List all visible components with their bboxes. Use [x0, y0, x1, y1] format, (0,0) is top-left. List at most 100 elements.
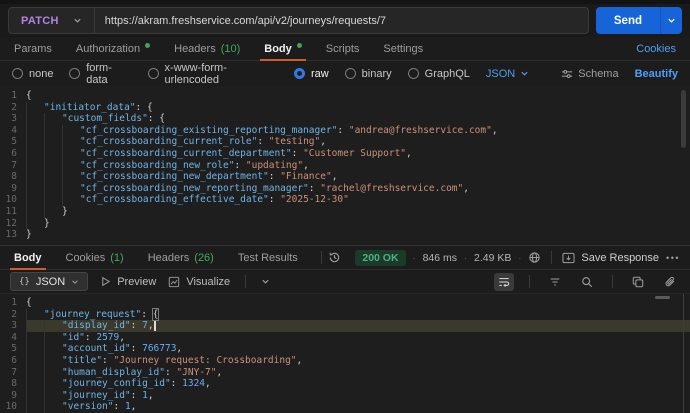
history-button[interactable] — [325, 249, 345, 267]
language-selector[interactable]: JSON — [486, 68, 529, 80]
wrap-text-icon — [498, 276, 510, 288]
chevron-down-icon — [73, 16, 82, 25]
radio-label: binary — [362, 68, 392, 80]
request-editor-scrollbar[interactable] — [681, 90, 686, 148]
code-line[interactable]: 13} — [0, 229, 690, 241]
send-button-group: Send — [596, 7, 682, 34]
dot-separator: · — [413, 253, 416, 263]
more-options-button[interactable]: ••• — [666, 253, 680, 263]
tab-count: (10) — [221, 43, 241, 55]
wrap-text-button[interactable] — [494, 273, 514, 291]
tab-authorization[interactable]: Authorization — [72, 37, 154, 60]
code-line[interactable]: 10"cf_crossboarding_effective_date": "20… — [0, 194, 690, 206]
code-line[interactable]: 5"cf_crossboarding_current_role": "testi… — [0, 136, 690, 148]
radio-raw[interactable]: raw — [294, 68, 329, 80]
method-selector[interactable]: PATCH — [9, 8, 95, 33]
code-line[interactable]: 5"account_id": 766773, — [0, 343, 690, 355]
save-response-button[interactable]: Save Response — [562, 252, 659, 264]
radio-x-www-form-urlencoded[interactable]: x-www-form-urlencoded — [148, 62, 278, 86]
code-line[interactable]: 8"cf_crossboarding_new_department": "Fin… — [0, 171, 690, 183]
line-number: 12 — [0, 218, 26, 230]
tab-settings[interactable]: Settings — [379, 37, 427, 60]
chevron-down-icon — [71, 278, 79, 286]
radio-circle-checked — [294, 68, 305, 79]
tab-count: (26) — [194, 252, 214, 264]
response-body-editor[interactable]: 1{2"journey_request": {3"display_id": 7,… — [0, 294, 690, 413]
visualize-label: Visualize — [186, 276, 230, 288]
code-line[interactable]: 3"display_id": 7, — [0, 320, 690, 332]
visualize-button[interactable]: Visualize — [168, 276, 230, 288]
line-number: 9 — [0, 390, 26, 402]
filter-button[interactable] — [545, 273, 565, 291]
code-line[interactable]: 6"title": "Journey request: Crossboardin… — [0, 355, 690, 367]
code-line[interactable]: 3"custom_fields": { — [0, 113, 690, 125]
code-line[interactable]: 2"initiator_data": { — [0, 102, 690, 114]
code-line[interactable]: 1{ — [0, 297, 690, 309]
search-icon — [581, 276, 593, 288]
cookies-link[interactable]: Cookies — [632, 37, 680, 60]
code-line[interactable]: 7"cf_crossboarding_new_role": "updating"… — [0, 160, 690, 172]
code-line[interactable]: 8"journey_config_id": 1324, — [0, 378, 690, 390]
request-body-editor[interactable]: 1{2"initiator_data": {3"custom_fields": … — [0, 86, 690, 246]
status-badge[interactable]: 200 OK — [355, 250, 405, 266]
line-number: 2 — [0, 309, 26, 321]
response-editor-hscrollbar[interactable] — [655, 296, 670, 299]
save-icon — [562, 252, 575, 264]
code-line[interactable]: 4"id": 2579, — [0, 332, 690, 344]
tab-params[interactable]: Params — [10, 37, 56, 60]
tab-response-body[interactable]: Body — [10, 246, 46, 269]
radio-none[interactable]: none — [12, 68, 53, 80]
send-button[interactable]: Send — [596, 7, 660, 34]
search-button[interactable] — [577, 273, 597, 291]
code-line[interactable]: 6"cf_crossboarding_current_department": … — [0, 148, 690, 160]
code-line[interactable]: 9"cf_crossboarding_new_reporting_manager… — [0, 183, 690, 195]
code-line[interactable]: 1{ — [0, 90, 690, 102]
green-dot-indicator — [297, 43, 302, 48]
tab-scripts[interactable]: Scripts — [322, 37, 364, 60]
response-time[interactable]: 846 ms — [423, 252, 457, 264]
schema-button[interactable]: Schema — [561, 68, 618, 80]
radio-graphql[interactable]: GraphQL — [408, 68, 470, 80]
code-line[interactable]: 10"version": 1, — [0, 401, 690, 413]
response-format-selector[interactable]: {} JSON — [10, 272, 88, 291]
line-number: 6 — [0, 148, 26, 160]
tab-label: Body — [264, 43, 292, 55]
code-line[interactable]: 9"journey_id": 1, — [0, 390, 690, 402]
network-globe-icon[interactable] — [528, 251, 541, 264]
tab-test-results[interactable]: Test Results — [234, 246, 302, 269]
line-number: 10 — [0, 194, 26, 206]
visualize-options-chevron[interactable] — [261, 277, 270, 286]
radio-circle — [12, 68, 23, 79]
body-type-row: none form-data x-www-form-urlencoded raw… — [0, 61, 690, 86]
spacer — [345, 246, 356, 269]
response-editor-scrollbar[interactable] — [683, 294, 684, 413]
tab-response-cookies[interactable]: Cookies (1) — [62, 246, 128, 269]
copy-button[interactable] — [628, 273, 648, 291]
radio-circle — [408, 68, 419, 79]
green-dot-indicator — [145, 43, 150, 48]
tab-body[interactable]: Body — [260, 37, 306, 60]
beautify-button[interactable]: Beautify — [635, 68, 678, 80]
line-number: 8 — [0, 171, 26, 183]
code-line[interactable]: 2"journey_request": { — [0, 309, 690, 321]
code-line[interactable]: 7"human_display_id": "JNY-7", — [0, 367, 690, 379]
code-line[interactable]: 4"cf_crossboarding_existing_reporting_ma… — [0, 125, 690, 137]
radio-binary[interactable]: binary — [345, 68, 392, 80]
attach-link-button[interactable] — [660, 273, 680, 291]
response-size[interactable]: 2.49 KB — [474, 252, 511, 264]
line-number: 11 — [0, 206, 26, 218]
url-input[interactable]: https://akram.freshservice.com/api/v2/jo… — [95, 15, 396, 27]
send-options-button[interactable] — [660, 7, 682, 34]
line-number: 1 — [0, 297, 26, 309]
radio-form-data[interactable]: form-data — [69, 62, 131, 86]
tab-headers[interactable]: Headers (10) — [170, 37, 244, 60]
request-url-bar: PATCH https://akram.freshservice.com/api… — [0, 0, 690, 37]
tab-response-headers[interactable]: Headers (26) — [144, 246, 218, 269]
code-line[interactable]: 11} — [0, 206, 690, 218]
divider — [551, 251, 552, 264]
code-line[interactable]: 12} — [0, 218, 690, 230]
format-label: JSON — [36, 276, 65, 288]
filter-icon — [549, 276, 561, 288]
radio-label: none — [29, 68, 53, 80]
preview-button[interactable]: Preview — [100, 276, 156, 288]
